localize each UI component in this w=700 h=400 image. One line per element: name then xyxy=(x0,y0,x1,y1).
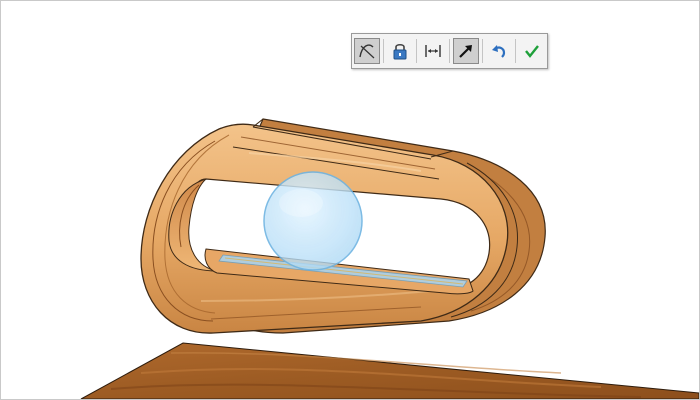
toolbar-separator xyxy=(482,39,483,63)
undo-button[interactable] xyxy=(486,38,512,64)
context-toolbar xyxy=(351,33,548,69)
confirm-checkmark-icon xyxy=(525,45,539,58)
tangent-curve-icon xyxy=(359,44,375,59)
toolbar-separator xyxy=(515,39,516,63)
undo-icon xyxy=(492,45,506,58)
lock-icon xyxy=(393,43,407,60)
tangent-curve-button[interactable] xyxy=(354,38,380,64)
move-arrow-icon xyxy=(459,45,472,58)
toolbar-separator xyxy=(449,39,450,63)
toolbar-separator xyxy=(416,39,417,63)
lock-button[interactable] xyxy=(387,38,413,64)
horizontal-dimension-button[interactable] xyxy=(420,38,446,64)
move-arrow-button[interactable] xyxy=(453,38,479,64)
selection-sphere[interactable] xyxy=(263,171,363,271)
graphics-viewport[interactable] xyxy=(0,0,700,400)
confirm-button[interactable] xyxy=(519,38,545,64)
model-scene xyxy=(80,118,699,399)
table-surface xyxy=(80,342,699,399)
toolbar-separator xyxy=(383,39,384,63)
horizontal-dimension-icon xyxy=(425,45,441,57)
